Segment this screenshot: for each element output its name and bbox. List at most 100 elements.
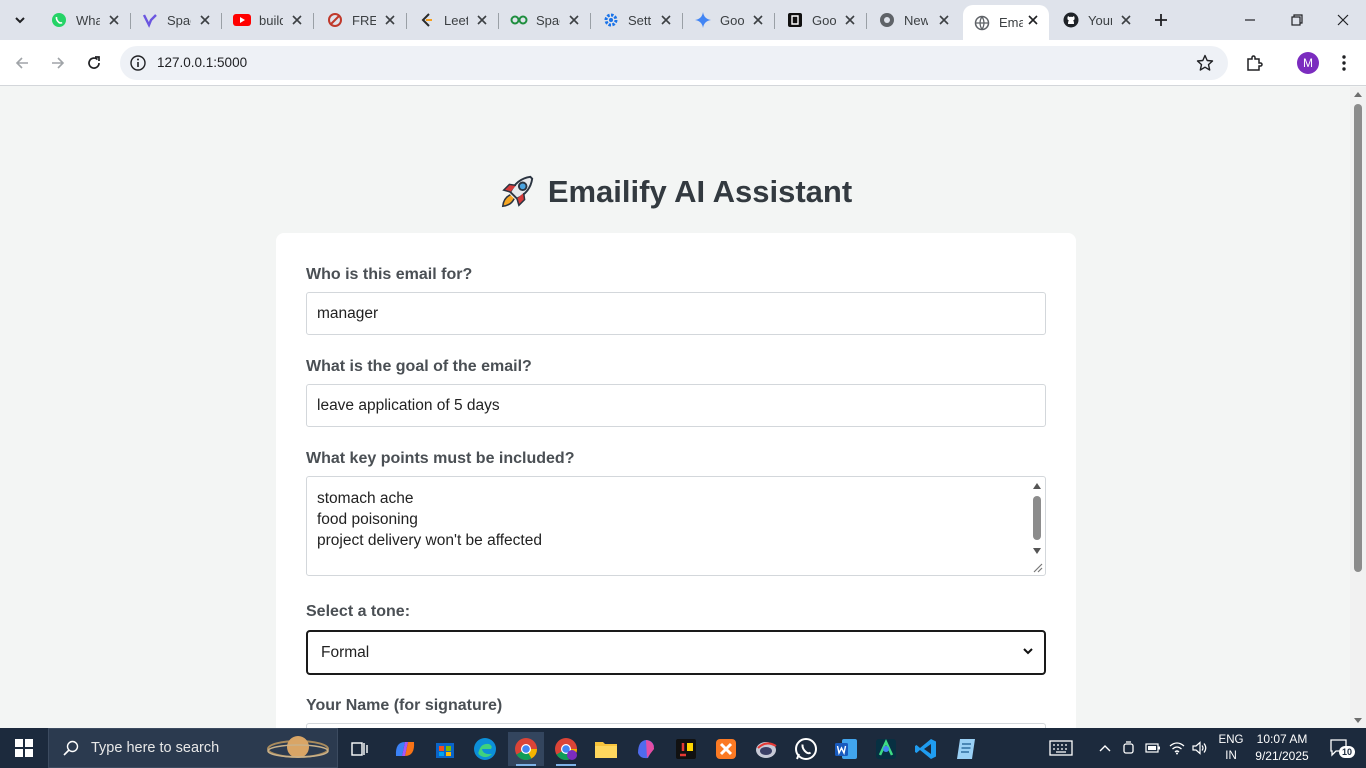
close-icon[interactable] bbox=[566, 12, 582, 28]
forward-button[interactable] bbox=[44, 49, 72, 77]
xampp-button[interactable] bbox=[708, 732, 744, 766]
close-icon[interactable] bbox=[658, 12, 674, 28]
ideal-button[interactable] bbox=[668, 732, 704, 766]
tone-selected-value: Formal bbox=[321, 643, 370, 661]
reload-button[interactable] bbox=[80, 49, 108, 77]
system-clock[interactable]: 10:07 AM 9/21/2025 bbox=[1250, 731, 1314, 765]
meet-now-button[interactable] bbox=[1118, 728, 1140, 768]
scroll-up-arrow-icon[interactable] bbox=[1033, 483, 1041, 489]
tab-new[interactable]: New bbox=[868, 5, 960, 35]
close-icon[interactable] bbox=[106, 12, 122, 28]
scrollbar-thumb[interactable] bbox=[1033, 496, 1041, 540]
page-scrollbar[interactable] bbox=[1350, 87, 1366, 728]
tab-leetcode[interactable]: LeetCode bbox=[408, 5, 499, 35]
speaker-icon bbox=[1192, 741, 1207, 755]
restore-button[interactable] bbox=[1283, 6, 1311, 34]
input-language-indicator[interactable]: ENG IN bbox=[1214, 732, 1248, 764]
word-icon bbox=[835, 739, 857, 759]
textarea-scrollbar[interactable] bbox=[1030, 478, 1044, 574]
show-hidden-icons-button[interactable] bbox=[1094, 728, 1116, 768]
tab-separator bbox=[682, 13, 683, 29]
close-icon[interactable] bbox=[197, 12, 213, 28]
tab-emailify[interactable]: Emailify bbox=[963, 5, 1049, 40]
close-icon[interactable] bbox=[1118, 12, 1134, 28]
file-explorer-button[interactable] bbox=[588, 732, 624, 766]
profile-avatar[interactable]: M bbox=[1297, 52, 1319, 74]
eclipse-icon bbox=[756, 742, 777, 758]
tab-settings[interactable]: Settings bbox=[592, 5, 683, 35]
address-bar[interactable]: 127.0.0.1:5000 bbox=[120, 46, 1228, 80]
tab-separator bbox=[313, 13, 314, 29]
scroll-down-arrow-icon[interactable] bbox=[1354, 718, 1362, 723]
extensions-button[interactable] bbox=[1240, 49, 1268, 77]
globe-icon bbox=[973, 14, 991, 32]
tab-search-button[interactable] bbox=[6, 7, 34, 33]
tab-title: Your bbox=[1088, 12, 1112, 28]
eclipse-button[interactable] bbox=[748, 732, 784, 766]
tab-youtube[interactable]: build bbox=[223, 5, 314, 35]
vscode-button[interactable] bbox=[908, 732, 944, 766]
page-content: Emailify AI Assistant Who is this email … bbox=[0, 87, 1350, 728]
battery-button[interactable] bbox=[1142, 728, 1164, 768]
key-points-textarea[interactable]: stomach ache food poisoning project deli… bbox=[306, 476, 1046, 576]
chrome-button[interactable] bbox=[508, 732, 544, 766]
copilot-button[interactable] bbox=[387, 732, 423, 766]
close-window-button[interactable] bbox=[1329, 6, 1357, 34]
recipient-input[interactable] bbox=[306, 292, 1046, 335]
whatsapp-button[interactable] bbox=[788, 732, 824, 766]
chrome-profile-button[interactable] bbox=[548, 732, 584, 766]
close-icon[interactable] bbox=[936, 12, 952, 28]
tab-separator bbox=[866, 13, 867, 29]
tab-title: Google bbox=[812, 12, 836, 28]
tab-free[interactable]: FREE bbox=[316, 5, 407, 35]
goal-input[interactable] bbox=[306, 384, 1046, 427]
chrome-profile-icon bbox=[555, 738, 577, 760]
android-studio-button[interactable] bbox=[868, 732, 904, 766]
browser-menu-button[interactable] bbox=[1330, 49, 1358, 77]
camera-icon bbox=[1123, 741, 1134, 754]
site-info-icon[interactable] bbox=[129, 54, 147, 72]
scroll-down-arrow-icon[interactable] bbox=[1033, 548, 1041, 554]
notification-center-button[interactable]: 10 bbox=[1320, 728, 1360, 768]
tab-strip: WhatsApp Spaces build FREE LeetCode Spac… bbox=[0, 0, 1366, 40]
scroll-up-arrow-icon[interactable] bbox=[1354, 92, 1362, 97]
tab-spaces[interactable]: Spaces bbox=[131, 5, 222, 35]
volume-button[interactable] bbox=[1189, 728, 1211, 768]
close-icon[interactable] bbox=[382, 12, 398, 28]
notepad-button[interactable] bbox=[948, 732, 984, 766]
network-button[interactable] bbox=[1166, 728, 1188, 768]
battery-icon bbox=[1145, 743, 1160, 753]
tab-whatsapp[interactable]: WhatsApp bbox=[40, 5, 131, 35]
leetcode-icon bbox=[418, 11, 436, 29]
chevron-down-icon bbox=[15, 17, 25, 24]
taskbar-search-box[interactable]: Type here to search bbox=[48, 728, 338, 768]
task-view-button[interactable] bbox=[342, 732, 378, 766]
word-button[interactable] bbox=[828, 732, 864, 766]
edge-button[interactable] bbox=[467, 732, 503, 766]
tab-gemini[interactable]: Google Gemini bbox=[684, 5, 775, 35]
minimize-button[interactable] bbox=[1236, 6, 1264, 34]
bookmark-star-icon[interactable] bbox=[1196, 54, 1214, 75]
close-icon[interactable] bbox=[750, 12, 766, 28]
m365-button[interactable] bbox=[628, 732, 664, 766]
scrollbar-thumb[interactable] bbox=[1354, 104, 1362, 572]
store-button[interactable] bbox=[427, 732, 463, 766]
close-icon[interactable] bbox=[842, 12, 858, 28]
tab-title: FREE bbox=[352, 12, 376, 28]
tab-spaces-2[interactable]: Spaces bbox=[500, 5, 591, 35]
resize-grip-icon[interactable] bbox=[1031, 561, 1043, 573]
close-icon[interactable] bbox=[289, 12, 305, 28]
new-tab-button[interactable] bbox=[1150, 9, 1172, 31]
close-icon[interactable] bbox=[474, 12, 490, 28]
edge-icon bbox=[474, 738, 496, 760]
back-button[interactable] bbox=[8, 49, 36, 77]
desktop-keyboard-button[interactable] bbox=[1044, 728, 1078, 768]
android-studio-icon bbox=[876, 739, 896, 759]
whatsapp-icon bbox=[50, 11, 68, 29]
plus-icon bbox=[1155, 14, 1167, 26]
start-button[interactable] bbox=[0, 728, 48, 768]
tab-google[interactable]: Google bbox=[776, 5, 867, 35]
tab-github[interactable]: Your bbox=[1052, 5, 1142, 35]
tone-select[interactable]: Formal bbox=[306, 630, 1046, 675]
close-icon[interactable] bbox=[1025, 12, 1041, 28]
